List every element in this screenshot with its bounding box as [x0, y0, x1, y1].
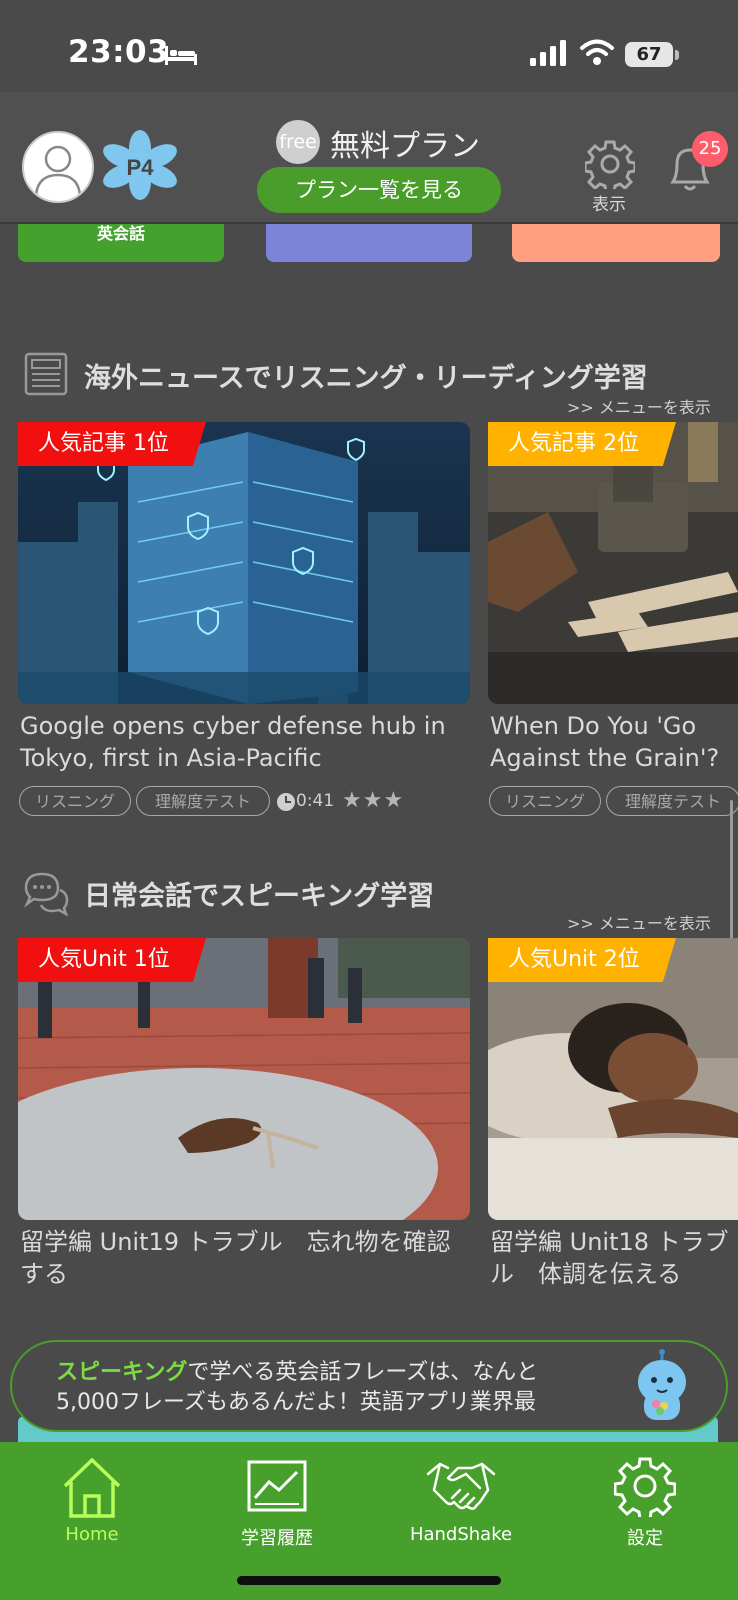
audio-duration: 0:41	[296, 791, 335, 811]
mascot-icon[interactable]	[630, 1348, 694, 1428]
news-card-title[interactable]: Google opens cyber defense hub in Tokyo,…	[20, 710, 472, 774]
clock-icon	[277, 793, 295, 811]
news-section-title: 海外ニュースでリスニング・リーディング学習	[84, 363, 648, 394]
chat-bubbles-icon	[24, 872, 69, 916]
speaking-show-menu-link[interactable]: >> メニューを表示	[567, 910, 711, 934]
notification-badge: 25	[692, 131, 728, 167]
nav-settings[interactable]: 設定	[570, 1452, 720, 1549]
nav-home-label: Home	[65, 1524, 119, 1545]
tip-text-line2: 5,000フレーズもあるんだよ！英語アプリ業界最	[56, 1390, 536, 1415]
cellular-signal-icon	[530, 40, 566, 66]
free-plan-badge: free	[276, 120, 320, 164]
tag-comprehension-test: 理解度テスト	[606, 786, 738, 816]
settings-gear-icon	[613, 1457, 677, 1521]
category-label: 英会話	[96, 224, 145, 243]
tip-text: スピーキングで学べる英会話フレーズは、なんと 5,000フレーズもあるんだよ！英…	[56, 1358, 616, 1418]
handshake-icon	[426, 1462, 496, 1510]
news-card-title[interactable]: When Do You 'Go Against the Grain'?	[490, 710, 738, 774]
nav-history[interactable]: 学習履歴	[202, 1452, 352, 1549]
tag-comprehension-test: 理解度テスト	[136, 786, 270, 816]
nav-handshake-label: HandShake	[409, 1524, 513, 1545]
speaking-card-title[interactable]: 留学編 Unit18 トラブル 体調を伝える	[490, 1226, 738, 1292]
rank-badge: 人気Unit 2位	[488, 938, 676, 982]
speaking-section-title: 日常会話でスピーキング学習	[84, 881, 435, 912]
battery-level: 67	[625, 42, 673, 67]
tag-listening: リスニング	[489, 786, 601, 816]
wifi-icon	[580, 39, 614, 65]
rank-badge: 人気Unit 1位	[18, 938, 206, 982]
plan-name: 無料プラン	[330, 129, 480, 164]
nav-history-label: 学習履歴	[241, 1528, 313, 1549]
nav-handshake[interactable]: HandShake	[386, 1452, 536, 1545]
home-icon	[63, 1458, 121, 1518]
rank-badge: 人気記事 1位	[18, 422, 206, 466]
home-indicator[interactable]	[237, 1576, 501, 1585]
status-time: 23:03	[68, 34, 170, 70]
category-button-3[interactable]	[512, 224, 720, 262]
battery-nub	[675, 50, 679, 60]
avatar[interactable]	[22, 131, 94, 203]
speaking-card-title[interactable]: 留学編 Unit19 トラブル 忘れ物を確認する	[20, 1226, 472, 1290]
category-button-english[interactable]: 英会話	[18, 224, 224, 262]
view-plans-button[interactable]: プラン一覧を見る	[257, 167, 501, 213]
difficulty-stars: ★★★	[342, 788, 405, 813]
svg-text:P4: P4	[127, 155, 155, 180]
rank-badge: 人気記事 2位	[488, 422, 676, 466]
newspaper-icon	[24, 352, 68, 396]
nav-settings-label: 設定	[627, 1528, 663, 1549]
news-show-menu-link[interactable]: >> メニューを表示	[567, 394, 711, 418]
nav-home[interactable]: Home	[17, 1452, 167, 1545]
gear-icon[interactable]	[585, 139, 635, 189]
tag-listening: リスニング	[19, 786, 131, 816]
chart-history-icon	[247, 1460, 307, 1512]
display-settings-label[interactable]: 表示	[592, 190, 626, 215]
p4-badge-icon[interactable]: P4	[102, 130, 178, 200]
category-button-2[interactable]	[266, 224, 472, 262]
tip-highlight: スピーキング	[56, 1360, 188, 1385]
sleep-mode-icon	[165, 46, 197, 65]
tip-text-rest: で学べる英会話フレーズは、なんと	[187, 1360, 539, 1385]
user-silhouette-icon	[34, 145, 82, 196]
